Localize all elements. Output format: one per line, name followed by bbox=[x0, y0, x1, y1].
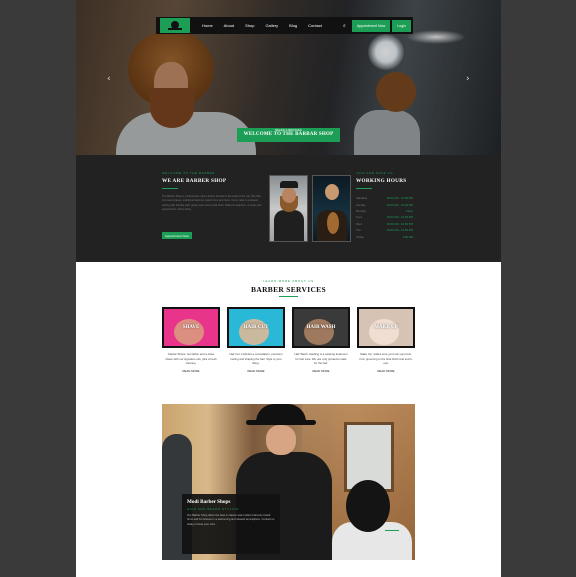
services-underline bbox=[279, 296, 298, 297]
hours-time: 09:00 AM - 10:00 PM bbox=[386, 228, 413, 233]
service-label: HAIR CUT bbox=[243, 325, 269, 330]
page: ‹ › Home About Shop Gallery Blog Contact… bbox=[76, 0, 501, 577]
about-title: WE ARE BARBER SHOP bbox=[162, 178, 227, 184]
service-description: Hair Cut: Includes a consultation, preci… bbox=[229, 352, 283, 366]
service-figure bbox=[304, 319, 334, 345]
promo-subtitle: HAIR AND BEARD STYLING bbox=[187, 507, 240, 511]
barber-logo-icon bbox=[168, 20, 182, 30]
services-title: BARBER SERVICES bbox=[251, 285, 326, 294]
hours-row: Friday 9:00 AM bbox=[356, 233, 413, 239]
read-more-link[interactable]: READ MORE bbox=[162, 369, 220, 373]
service-description: Hair Wash: washing is a relaxing treatme… bbox=[294, 352, 348, 366]
about-underline bbox=[162, 188, 178, 189]
service-figure bbox=[239, 319, 269, 345]
promo-title: Modi Barber Shops bbox=[187, 499, 231, 505]
appointment-button[interactable]: Appointment Now bbox=[351, 19, 391, 32]
hours-time: 09:00 AM - 10:00 PM bbox=[386, 202, 413, 207]
photo-guitar bbox=[327, 212, 339, 234]
nav-gallery[interactable]: Gallery bbox=[265, 23, 278, 28]
photo-head bbox=[282, 187, 296, 203]
service-label: MAKE UP bbox=[374, 325, 398, 330]
services-kicker: LEARN MORE ABOUT US bbox=[263, 279, 314, 283]
read-more-link[interactable]: READ MORE bbox=[292, 369, 350, 373]
nav-contact[interactable]: Contact bbox=[308, 23, 322, 28]
service-image[interactable]: HAIR WASH bbox=[292, 307, 350, 348]
service-card-shave[interactable]: SHAVE Classic Shave: Hot lather and a cl… bbox=[162, 307, 220, 373]
hours-time: 9:00 AM bbox=[402, 234, 413, 239]
about-appointment-button[interactable]: Appointment Now bbox=[162, 232, 192, 239]
hours-list: Saturday 09:00 AM - 10:00 PM Sunday 09:00 … bbox=[356, 195, 413, 240]
slider-prev-icon[interactable]: ‹ bbox=[107, 74, 111, 84]
service-description: Classic Shave: Hot lather and a close sh… bbox=[165, 352, 217, 366]
service-figure bbox=[174, 319, 204, 345]
hours-time: 09:00 AM - 10:00 PM bbox=[386, 196, 413, 201]
hours-title: WORKING HOURS bbox=[356, 178, 407, 184]
service-card-haircut[interactable]: HAIR CUT Hair Cut: Includes a consultati… bbox=[227, 307, 285, 373]
service-card-makeup[interactable]: MAKE UP Make Up: makes sure you look you… bbox=[357, 307, 415, 373]
hours-day: Friday bbox=[356, 234, 364, 239]
site-logo[interactable] bbox=[160, 18, 190, 33]
service-label: HAIR WASH bbox=[306, 325, 336, 330]
read-more-link[interactable]: READ MORE bbox=[357, 369, 415, 373]
hours-day: Wed bbox=[356, 221, 362, 226]
hero-title: WELCOME TO THE BARBAR SHOP bbox=[243, 132, 334, 137]
hours-day: Monday bbox=[356, 208, 366, 213]
service-image[interactable]: SHAVE bbox=[162, 307, 220, 348]
login-button[interactable]: Login bbox=[392, 19, 411, 32]
barber-photo-1 bbox=[269, 175, 308, 242]
photo-head bbox=[325, 184, 339, 200]
promo-barber-face bbox=[266, 425, 296, 455]
nav-links: Home About Shop Gallery Blog Contact bbox=[202, 23, 333, 28]
hours-day: Saturday bbox=[356, 196, 368, 201]
about-section: WELCOME TO THE BARBER WE ARE BARBER SHOP… bbox=[76, 155, 501, 262]
hours-day: Thu bbox=[356, 228, 361, 233]
nav-about[interactable]: About bbox=[224, 23, 234, 28]
about-body: The Barber Shop is a full service men's … bbox=[162, 195, 262, 212]
services-section: LEARN MORE ABOUT US BARBER SERVICES SHAV… bbox=[76, 262, 501, 577]
hours-day: Tues bbox=[356, 215, 363, 220]
nav-actions: ⌕ Appointment Now Login bbox=[343, 19, 411, 32]
service-figure bbox=[369, 319, 399, 345]
nav-shop[interactable]: Shop bbox=[245, 23, 254, 28]
about-kicker: WELCOME TO THE BARBER bbox=[162, 171, 215, 175]
service-image[interactable]: HAIR CUT bbox=[227, 307, 285, 348]
promo-overlay: Modi Barber Shops HAIR AND BEARD STYLING… bbox=[182, 494, 399, 554]
hours-time: Close bbox=[405, 208, 413, 213]
hours-time: 09:00 AM - 10:00 PM bbox=[386, 215, 413, 220]
slider-next-icon[interactable]: › bbox=[466, 74, 470, 84]
hero-caption: BEARD & BRUSHES WELCOME TO THE BARBAR SH… bbox=[237, 128, 340, 142]
search-icon[interactable]: ⌕ bbox=[343, 23, 346, 29]
hero-slider: ‹ › Home About Shop Gallery Blog Contact… bbox=[76, 0, 501, 155]
nav-blog[interactable]: Blog bbox=[289, 23, 297, 28]
photo-hat bbox=[280, 181, 298, 188]
read-more-link[interactable]: READ MORE bbox=[227, 369, 285, 373]
photo-torso bbox=[274, 210, 304, 241]
promo-body: Our Barber Shop offers the best in class… bbox=[187, 514, 275, 526]
hours-kicker: JOIN AND SAVE US bbox=[356, 171, 394, 175]
promo-banner: Modi Barber Shops HAIR AND BEARD STYLING… bbox=[162, 404, 415, 560]
promo-barber-hat-brim bbox=[246, 420, 316, 425]
service-card-hairwash[interactable]: HAIR WASH Hair Wash: washing is a relaxi… bbox=[292, 307, 350, 373]
hours-day: Sunday bbox=[356, 202, 366, 207]
promo-client-head bbox=[346, 480, 390, 532]
hours-time: 09:00 AM - 10:00 PM bbox=[386, 221, 413, 226]
hours-underline bbox=[356, 188, 372, 189]
service-image[interactable]: MAKE UP bbox=[357, 307, 415, 348]
nav-home[interactable]: Home bbox=[202, 23, 213, 28]
service-label: SHAVE bbox=[182, 325, 200, 330]
service-description: Make Up: makes sure you look your best, … bbox=[359, 352, 413, 366]
barber-photo-2 bbox=[312, 175, 351, 242]
promo-underline bbox=[385, 530, 399, 531]
navbar: Home About Shop Gallery Blog Contact ⌕ A… bbox=[156, 17, 413, 34]
